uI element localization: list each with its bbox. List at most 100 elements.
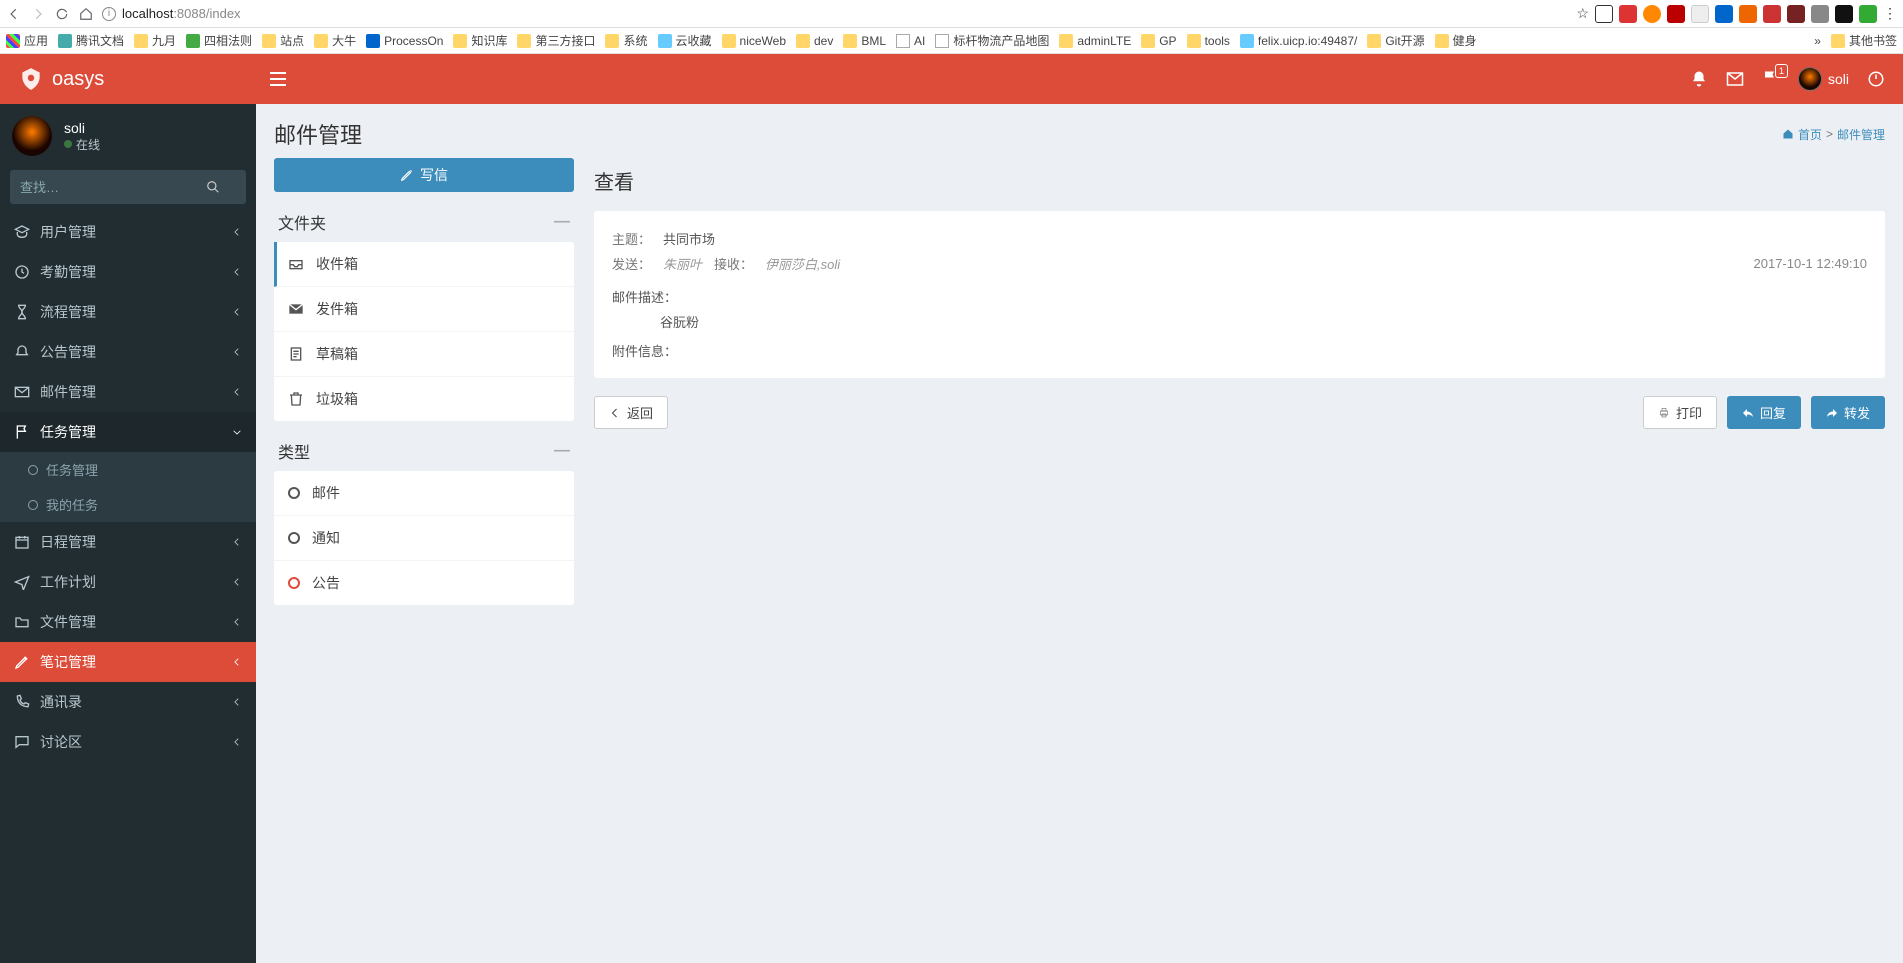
sidebar-toggle[interactable] xyxy=(256,72,300,86)
home-icon[interactable] xyxy=(78,6,94,22)
bookmark-item[interactable]: dev xyxy=(796,32,833,49)
apps-shortcut[interactable]: 应用 xyxy=(6,32,48,49)
reply-button[interactable]: 回复 xyxy=(1727,396,1801,429)
bookmark-item[interactable]: 腾讯文档 xyxy=(58,32,124,49)
page-title: 邮件管理 xyxy=(274,118,362,150)
folder-item[interactable]: 草稿箱 xyxy=(274,332,574,376)
sidebar-item-calendar[interactable]: 日程管理 xyxy=(0,522,256,562)
bookmark-item[interactable]: felix.uicp.io:49487/ xyxy=(1240,32,1357,49)
app-header: oasys 1 soli xyxy=(0,54,1903,104)
bookmark-icon xyxy=(517,34,531,48)
folder-item[interactable]: 垃圾箱 xyxy=(274,377,574,421)
bookmark-item[interactable]: 标杆物流产品地图 xyxy=(935,32,1049,49)
bookmark-item[interactable]: AI xyxy=(896,32,925,49)
ext-icon[interactable] xyxy=(1619,5,1637,23)
reload-icon[interactable] xyxy=(54,6,70,22)
header-username: soli xyxy=(1828,71,1849,87)
sidebar-item-comment[interactable]: 讨论区 xyxy=(0,722,256,762)
bookmark-item[interactable]: adminLTE xyxy=(1059,32,1131,49)
search-input[interactable] xyxy=(10,170,206,204)
messages-button[interactable] xyxy=(1726,70,1744,88)
menu-icon[interactable]: ⋮ xyxy=(1883,5,1897,22)
sidebar-item-bell[interactable]: 公告管理 xyxy=(0,332,256,372)
apps-icon xyxy=(6,34,20,48)
bookmark-item[interactable]: BML xyxy=(843,32,886,49)
bell-icon xyxy=(1690,70,1708,88)
circle-icon xyxy=(288,532,300,544)
type-item[interactable]: 通知 xyxy=(274,516,574,560)
collapse-button[interactable]: — xyxy=(554,442,570,460)
sidebar-subitem[interactable]: 任务管理 xyxy=(0,452,256,487)
breadcrumb-current[interactable]: 邮件管理 xyxy=(1837,126,1885,143)
notifications-bell[interactable] xyxy=(1690,70,1708,88)
folders-header: 文件夹 — xyxy=(274,192,574,242)
ext-icon[interactable] xyxy=(1859,5,1877,23)
sidebar-item-phone[interactable]: 通讯录 xyxy=(0,682,256,722)
flag-notifications[interactable]: 1 xyxy=(1762,70,1780,88)
sidebar-item-edit[interactable]: 笔记管理 xyxy=(0,642,256,682)
other-bookmarks[interactable]: 其他书签 xyxy=(1831,32,1897,49)
forward-icon[interactable] xyxy=(30,6,46,22)
type-list: 邮件通知公告 xyxy=(274,471,574,605)
ext-icon[interactable] xyxy=(1763,5,1781,23)
site-info-icon[interactable]: i xyxy=(102,7,116,21)
ext-icon[interactable] xyxy=(1787,5,1805,23)
bookmark-item[interactable]: 云收藏 xyxy=(658,32,712,49)
bookmark-item[interactable]: tools xyxy=(1187,32,1230,49)
address-bar[interactable]: i localhost:8088/index xyxy=(102,6,1568,21)
star-icon[interactable]: ☆ xyxy=(1576,5,1589,22)
ext-icon[interactable] xyxy=(1715,5,1733,23)
bookmark-overflow[interactable]: » xyxy=(1814,34,1821,48)
type-item[interactable]: 公告 xyxy=(274,561,574,605)
ext-icon[interactable] xyxy=(1739,5,1757,23)
ext-icon[interactable] xyxy=(1667,5,1685,23)
sidebar-user-panel: soli 在线 xyxy=(0,104,256,162)
ext-icon[interactable] xyxy=(1835,5,1853,23)
sidebar-item-grad[interactable]: 用户管理 xyxy=(0,212,256,252)
share-icon xyxy=(1826,407,1838,419)
bookmark-icon xyxy=(843,34,857,48)
bookmark-item[interactable]: GP xyxy=(1141,32,1176,49)
back-button[interactable]: 返回 xyxy=(594,396,668,429)
circle-icon xyxy=(28,500,38,510)
bookmark-item[interactable]: 健身 xyxy=(1435,32,1477,49)
home-icon xyxy=(1782,128,1794,140)
print-icon xyxy=(1658,407,1670,419)
user-menu[interactable]: soli xyxy=(1798,67,1849,91)
bookmark-item[interactable]: 系统 xyxy=(605,32,647,49)
ext-icon[interactable] xyxy=(1595,5,1613,23)
settings-button[interactable] xyxy=(1867,70,1885,88)
sidebar-item-flag[interactable]: 任务管理 xyxy=(0,412,256,452)
bookmark-item[interactable]: niceWeb xyxy=(722,32,786,49)
type-item[interactable]: 邮件 xyxy=(274,471,574,515)
bookmark-item[interactable]: 站点 xyxy=(262,32,304,49)
sidebar-item-hourglass[interactable]: 流程管理 xyxy=(0,292,256,332)
sidebar-item-plane[interactable]: 工作计划 xyxy=(0,562,256,602)
back-icon[interactable] xyxy=(6,6,22,22)
compose-button[interactable]: 写信 xyxy=(274,158,574,192)
bookmark-item[interactable]: 知识库 xyxy=(453,32,507,49)
folder-item[interactable]: 收件箱 xyxy=(277,242,574,286)
forward-button[interactable]: 转发 xyxy=(1811,396,1885,429)
breadcrumb-home[interactable]: 首页 xyxy=(1798,126,1822,143)
print-button[interactable]: 打印 xyxy=(1643,396,1717,429)
bookmark-item[interactable]: 大牛 xyxy=(314,32,356,49)
plane-icon xyxy=(14,574,30,590)
bookmark-item[interactable]: 四相法则 xyxy=(186,32,252,49)
collapse-button[interactable]: — xyxy=(554,213,570,231)
edit-icon xyxy=(14,654,30,670)
sidebar-subitem[interactable]: 我的任务 xyxy=(0,487,256,522)
bookmark-item[interactable]: 第三方接口 xyxy=(517,32,595,49)
sidebar-item-clock[interactable]: 考勤管理 xyxy=(0,252,256,292)
ext-icon[interactable] xyxy=(1811,5,1829,23)
bookmark-item[interactable]: ProcessOn xyxy=(366,32,443,49)
sidebar-item-envelope[interactable]: 邮件管理 xyxy=(0,372,256,412)
folder-item[interactable]: 发件箱 xyxy=(274,287,574,331)
ext-icon[interactable] xyxy=(1691,5,1709,23)
ext-icon[interactable] xyxy=(1643,5,1661,23)
sidebar-item-folder[interactable]: 文件管理 xyxy=(0,602,256,642)
bookmark-item[interactable]: Git开源 xyxy=(1367,32,1424,49)
logo[interactable]: oasys xyxy=(0,54,256,104)
search-button[interactable] xyxy=(206,170,246,204)
bookmark-item[interactable]: 九月 xyxy=(134,32,176,49)
